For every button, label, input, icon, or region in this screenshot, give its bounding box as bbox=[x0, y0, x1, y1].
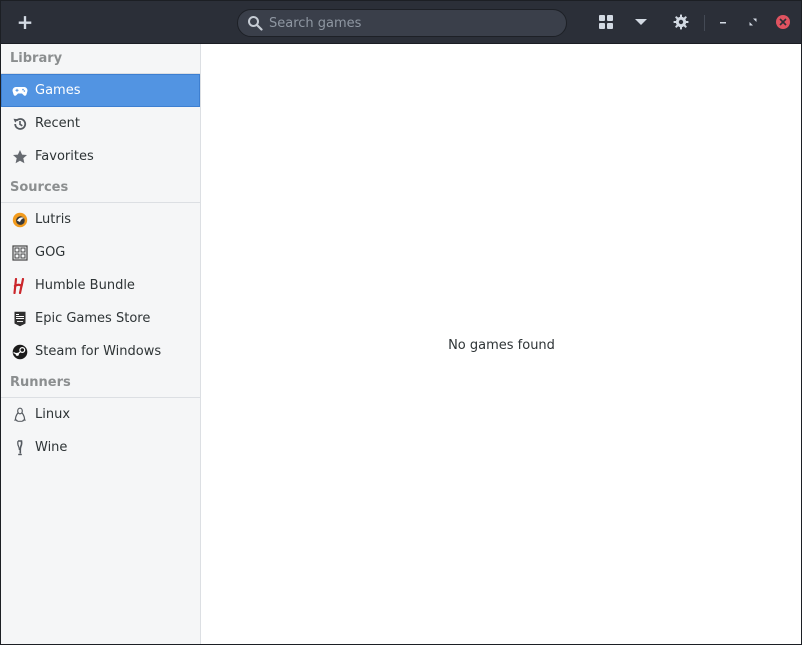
humble-bundle-icon bbox=[12, 277, 28, 294]
search-icon bbox=[248, 16, 263, 31]
section-header-library: Library bbox=[1, 44, 200, 74]
sidebar-item-wine[interactable]: Wine bbox=[1, 431, 200, 464]
minimize-icon bbox=[720, 22, 726, 24]
grid-view-icon bbox=[599, 15, 613, 29]
sidebar-item-label: Linux bbox=[35, 407, 71, 422]
empty-state-message: No games found bbox=[448, 337, 555, 353]
search-input[interactable] bbox=[269, 10, 566, 36]
maximize-button[interactable] bbox=[737, 6, 769, 38]
gamepad-icon bbox=[12, 83, 28, 99]
minimize-button[interactable] bbox=[707, 6, 739, 38]
sidebar-item-label: Games bbox=[35, 83, 81, 98]
maximize-icon bbox=[749, 18, 757, 26]
section-header-sources: Sources bbox=[1, 173, 200, 203]
plus-icon: + bbox=[16, 10, 34, 34]
sidebar-item-gog[interactable]: GOG bbox=[1, 236, 200, 269]
sidebar-item-humble-bundle[interactable]: Humble Bundle bbox=[1, 269, 200, 302]
lutris-window: + Search games Library Games Recent Favo… bbox=[0, 0, 802, 645]
sidebar-item-label: Favorites bbox=[35, 149, 94, 164]
sidebar-item-label: Epic Games Store bbox=[35, 311, 151, 326]
sidebar-item-lutris[interactable]: Lutris bbox=[1, 203, 200, 236]
add-game-button[interactable]: + bbox=[9, 6, 41, 38]
sidebar-item-linux[interactable]: Linux bbox=[1, 398, 200, 431]
star-icon bbox=[12, 149, 28, 165]
steam-icon bbox=[12, 344, 28, 360]
epic-games-icon bbox=[12, 311, 28, 327]
gear-icon bbox=[673, 14, 689, 30]
sidebar-item-label: Recent bbox=[35, 116, 80, 131]
history-icon bbox=[12, 116, 28, 132]
sidebar-item-games[interactable]: Games bbox=[1, 74, 200, 107]
gog-icon bbox=[12, 244, 28, 261]
sidebar-item-label: Lutris bbox=[35, 212, 72, 227]
headerbar: + bbox=[1, 1, 801, 44]
game-view: No games found bbox=[202, 44, 801, 644]
pan-down-icon bbox=[635, 19, 647, 25]
headerbar-separator bbox=[704, 15, 705, 31]
sidebar: Library Games Recent Favorites Sources L… bbox=[1, 44, 201, 644]
close-button[interactable] bbox=[767, 6, 799, 38]
sidebar-item-label: Wine bbox=[35, 440, 68, 455]
view-options-dropdown[interactable] bbox=[625, 6, 657, 38]
sidebar-item-epic-games-store[interactable]: Epic Games Store bbox=[1, 302, 200, 335]
sidebar-item-favorites[interactable]: Favorites bbox=[1, 140, 200, 173]
preferences-button[interactable] bbox=[665, 6, 697, 38]
search-box[interactable] bbox=[237, 9, 567, 37]
sidebar-item-label: Steam for Windows bbox=[35, 344, 162, 359]
lutris-icon bbox=[12, 212, 28, 228]
sidebar-item-steam-for-windows[interactable]: Steam for Windows bbox=[1, 335, 200, 368]
sidebar-item-recent[interactable]: Recent bbox=[1, 107, 200, 140]
sidebar-item-label: Humble Bundle bbox=[35, 278, 135, 293]
linux-icon bbox=[12, 407, 28, 423]
sidebar-item-label: GOG bbox=[35, 245, 66, 260]
wine-icon bbox=[12, 439, 28, 456]
section-header-runners: Runners bbox=[1, 368, 200, 398]
close-icon bbox=[776, 15, 790, 29]
view-mode-button[interactable] bbox=[590, 6, 622, 38]
